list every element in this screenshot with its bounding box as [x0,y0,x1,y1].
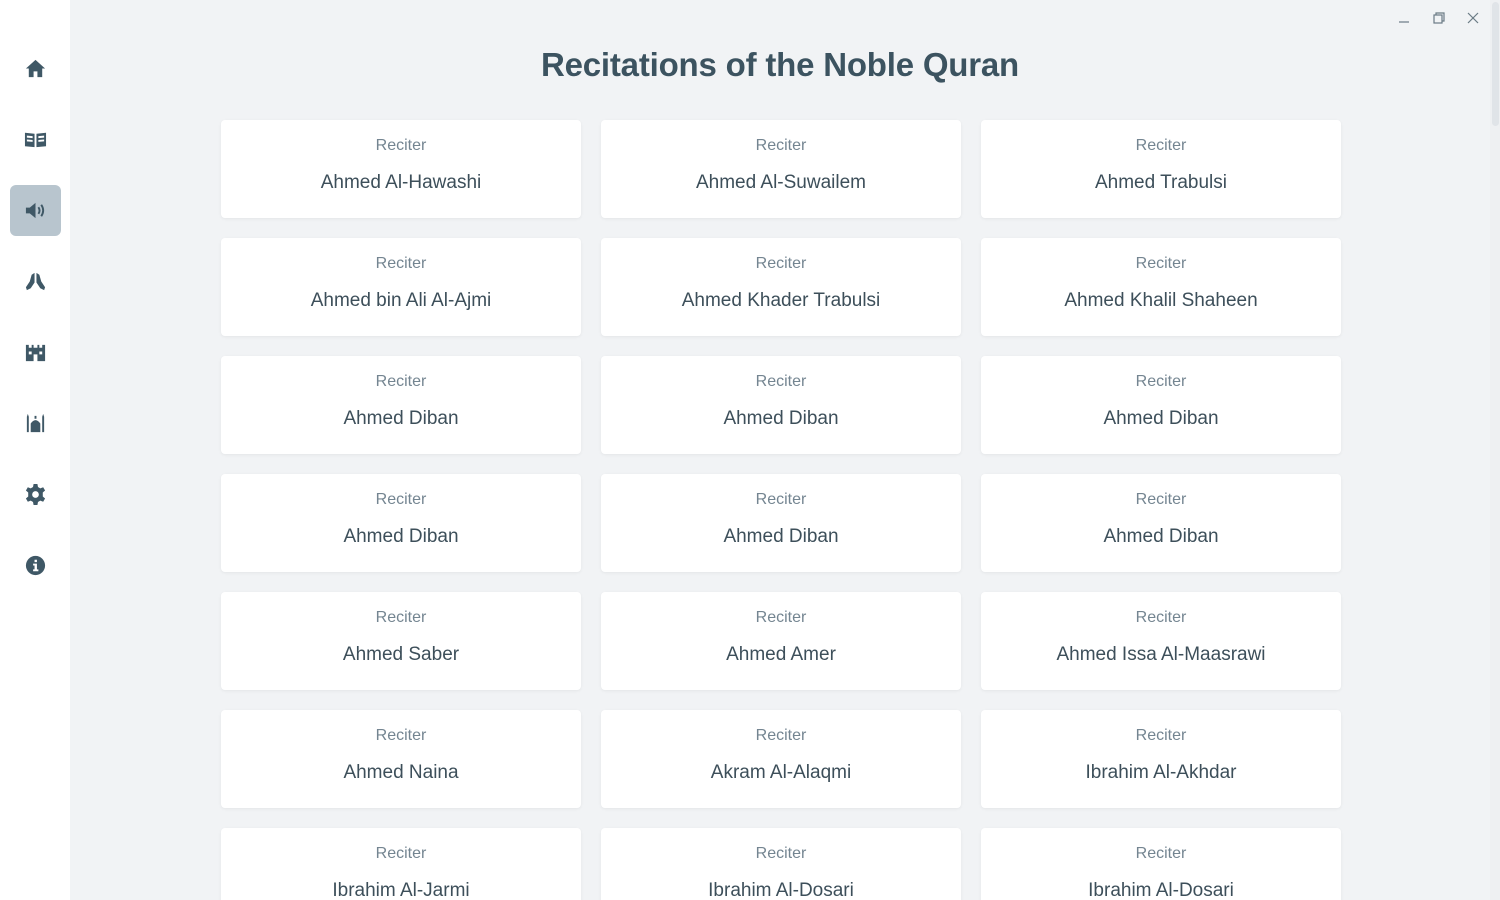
reciter-role-label: Reciter [755,727,807,744]
reciter-name: Ahmed Diban [343,526,459,547]
sidebar-item-about[interactable] [10,540,61,591]
reciter-name: Ahmed Trabulsi [1094,172,1227,193]
reciter-name: Ibrahim Al-Dosari [1088,880,1234,900]
reciter-role-label: Reciter [375,845,427,862]
reciter-name: Ahmed Amer [726,644,836,665]
reciter-name: Ibrahim Al-Jarmi [332,880,470,900]
sidebar-item-settings[interactable] [10,469,61,520]
page-title: Recitations of the Noble Quran [540,46,1020,83]
reciter-name: Ahmed Al-Suwailem [695,172,867,193]
info-icon [25,555,46,576]
reciter-name: Ahmed Diban [1103,526,1219,547]
reciter-role-label: Reciter [375,491,427,508]
book-open-icon [24,132,47,148]
sidebar-item-home[interactable] [10,43,61,94]
reciter-name: Ahmed Issa Al-Maasrawi [1056,644,1266,665]
reciter-role-label: Reciter [755,609,807,626]
reciter-card[interactable]: Reciter Ahmed Issa Al-Maasrawi [981,592,1341,690]
reciter-role-label: Reciter [1135,373,1187,390]
reciter-role-label: Reciter [375,373,427,390]
reciter-card[interactable]: Reciter Ibrahim Al-Dosari [981,828,1341,900]
gear-icon [25,483,46,506]
reciter-card[interactable]: Reciter Ahmed Diban [601,474,961,572]
scroll-thumb[interactable] [1492,2,1499,126]
sidebar-item-kaaba[interactable] [10,327,61,378]
reciter-name: Ibrahim Al-Akhdar [1085,762,1237,783]
reciter-card[interactable]: Reciter Ahmed Diban [981,356,1341,454]
home-icon [25,59,46,78]
reciter-role-label: Reciter [1135,137,1187,154]
reciter-card[interactable]: Reciter Ahmed Al-Suwailem [601,120,961,218]
reciter-role-label: Reciter [755,491,807,508]
reciter-name: Ahmed Al-Hawashi [320,172,482,193]
reciter-role-label: Reciter [1135,845,1187,862]
restore-button[interactable] [1427,6,1451,30]
reciter-grid: Reciter Ahmed Al-Hawashi Reciter Ahmed Al-S… [221,120,1341,900]
reciter-name: Ahmed Diban [723,526,839,547]
reciter-name: Ahmed bin Ali Al-Ajmi [310,290,492,311]
reciter-card[interactable]: Reciter Ahmed Al-Hawashi [221,120,581,218]
reciter-card[interactable]: Reciter Ahmed Diban [981,474,1341,572]
reciter-card[interactable]: Reciter Ahmed Trabulsi [981,120,1341,218]
minimize-icon [1399,21,1409,23]
reciter-name: Ahmed Naina [343,762,459,783]
reciter-card[interactable]: Reciter Ahmed Diban [221,356,581,454]
sidebar-item-quran[interactable] [10,114,61,165]
reciter-card[interactable]: Reciter Ibrahim Al-Akhdar [981,710,1341,808]
sidebar-item-duas[interactable] [10,256,61,307]
reciter-card[interactable]: Reciter Ahmed Diban [221,474,581,572]
reciter-role-label: Reciter [755,845,807,862]
app-window: Recitations of the Noble Quran Reciter Ah… [0,0,1500,900]
reciter-name: Ahmed Khader Trabulsi [681,290,881,311]
reciter-role-label: Reciter [375,255,427,272]
reciter-name: Ahmed Saber [342,644,460,665]
reciter-card[interactable]: Reciter Ahmed Saber [221,592,581,690]
volume-icon [25,202,45,219]
reciter-name: Ibrahim Al-Dosari [708,880,854,900]
reciter-card[interactable]: Reciter Ahmed Khader Trabulsi [601,238,961,336]
reciter-role-label: Reciter [1135,491,1187,508]
mosque-icon [26,413,45,433]
reciter-name: Ahmed Diban [343,408,459,429]
kaaba-icon [25,344,46,362]
reciter-role-label: Reciter [755,373,807,390]
reciter-name: Akram Al-Alaqmi [710,762,852,783]
reciter-role-label: Reciter [1135,255,1187,272]
reciter-card[interactable]: Reciter Ahmed Amer [601,592,961,690]
reciter-card[interactable]: Reciter Ahmed Khalil Shaheen [981,238,1341,336]
reciter-name: Ahmed Khalil Shaheen [1064,290,1258,311]
reciter-name: Ahmed Diban [723,408,839,429]
scrollbar[interactable] [1490,0,1500,900]
reciter-role-label: Reciter [375,137,427,154]
close-button[interactable] [1461,6,1485,30]
praying-hands-icon [25,272,46,291]
reciter-role-label: Reciter [755,137,807,154]
reciter-card[interactable]: Reciter Ahmed Diban [601,356,961,454]
reciter-card[interactable]: Reciter Ahmed bin Ali Al-Ajmi [221,238,581,336]
close-icon [1467,12,1479,24]
reciter-role-label: Reciter [755,255,807,272]
reciter-card[interactable]: Reciter Akram Al-Alaqmi [601,710,961,808]
minimize-button[interactable] [1392,6,1416,30]
reciter-role-label: Reciter [375,609,427,626]
reciter-role-label: Reciter [375,727,427,744]
reciter-role-label: Reciter [1135,727,1187,744]
reciter-card[interactable]: Reciter Ahmed Naina [221,710,581,808]
sidebar [0,0,70,900]
reciter-role-label: Reciter [1135,609,1187,626]
reciter-name: Ahmed Diban [1103,408,1219,429]
reciter-card[interactable]: Reciter Ibrahim Al-Jarmi [221,828,581,900]
restore-icon [1433,12,1445,24]
reciter-card[interactable]: Reciter Ibrahim Al-Dosari [601,828,961,900]
sidebar-item-recitations[interactable] [10,185,61,236]
sidebar-item-mosque[interactable] [10,398,61,449]
